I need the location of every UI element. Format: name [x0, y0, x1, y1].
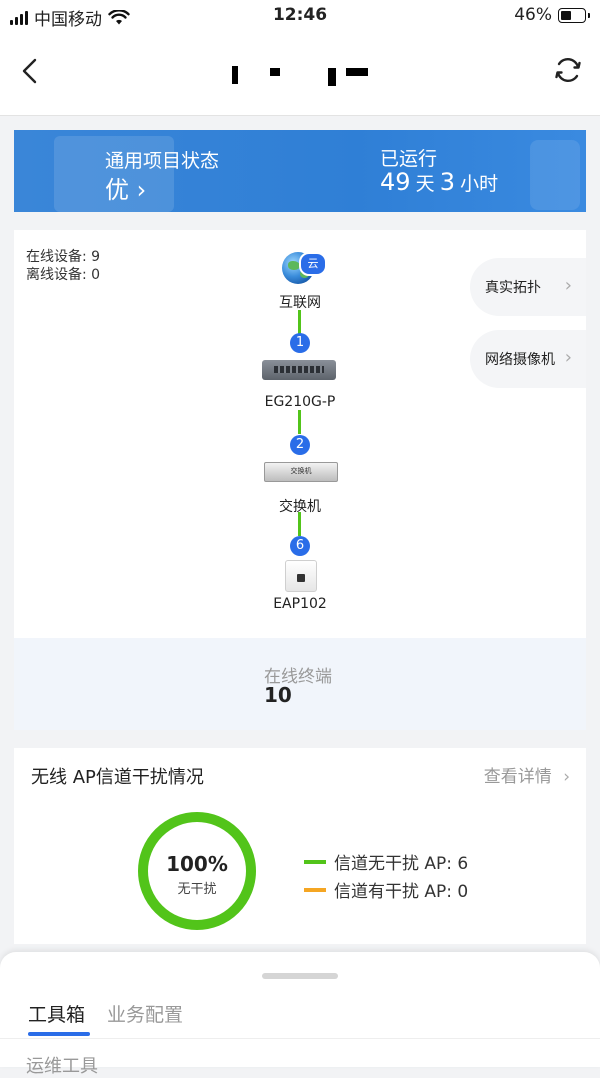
legend-interference: 信道有干扰 AP: 0: [304, 877, 468, 902]
green-legend-swatch: [304, 859, 326, 864]
ap-interference-card: 无线 AP信道干扰情况 查看详情 › 100% 无干扰 信道无干扰 AP: 6 …: [14, 748, 586, 944]
legend-no-interference: 信道无干扰 AP: 6: [304, 849, 468, 874]
chevron-right-icon: ›: [563, 767, 570, 787]
ap-label: EAP102: [273, 596, 327, 612]
view-details-label: 查看详情: [483, 767, 552, 787]
link-line: [298, 512, 301, 536]
tab-business-config[interactable]: 业务配置: [107, 1000, 183, 1027]
switch-face-label: 交换机: [290, 467, 312, 475]
offline-device-count: 离线设备: 0: [26, 267, 101, 283]
internet-node[interactable]: 云: [280, 250, 330, 290]
project-status-banner[interactable]: 通用项目状态 优 › 已运行 49 天 3 小时: [14, 130, 586, 212]
real-topology-label: 真实拓扑: [485, 280, 541, 296]
interference-ring-chart: 100% 无干扰: [138, 812, 256, 930]
ops-tools-section-title: 运维工具: [26, 1056, 98, 1077]
page-title-redacted: [230, 62, 370, 86]
uptime-days-unit: 天: [415, 173, 435, 195]
link-badge-1: 1: [290, 333, 310, 353]
access-point-icon[interactable]: [285, 560, 317, 592]
interference-percent: 100%: [166, 852, 228, 876]
link-line: [298, 310, 301, 334]
nav-bar: [0, 32, 600, 116]
refresh-icon[interactable]: [552, 54, 584, 86]
topology-card: 在线设备: 9 离线设备: 0 云 互联网 1 EG210G-P 2 交换机 交…: [14, 230, 586, 638]
uptime-days: 49: [380, 168, 411, 196]
project-status-value[interactable]: 优 ›: [105, 170, 146, 205]
active-tab-indicator: [28, 1032, 90, 1036]
ap-interference-title: 无线 AP信道干扰情况: [31, 767, 204, 788]
internet-label: 互联网: [279, 295, 321, 311]
link-badge-2: 2: [290, 435, 310, 455]
gateway-device-icon[interactable]: [262, 360, 336, 380]
chevron-right-icon: ›: [564, 275, 572, 296]
view-details-link[interactable]: 查看详情 ›: [484, 762, 570, 787]
tab-toolbox[interactable]: 工具箱: [28, 1000, 85, 1027]
battery-icon: [558, 7, 590, 23]
legend-no-interference-label: 信道无干扰 AP: 6: [334, 854, 469, 874]
online-terminals-card[interactable]: 在线终端 10: [14, 638, 586, 730]
uptime-hours-unit: 小时: [460, 173, 499, 195]
cloud-badge: 云: [299, 252, 327, 276]
clock: 12:46: [272, 5, 328, 25]
status-bar: 中国移动 12:46 46%: [0, 0, 600, 32]
real-topology-button[interactable]: 真实拓扑 ›: [470, 258, 586, 316]
back-arrow-icon[interactable]: [16, 56, 46, 86]
orange-legend-swatch: [304, 887, 326, 892]
network-camera-button[interactable]: 网络摄像机 ›: [470, 330, 586, 388]
divider: [0, 1038, 600, 1039]
project-status-label: 通用项目状态: [105, 150, 220, 172]
online-terminals-value: 10: [264, 683, 292, 707]
network-camera-label: 网络摄像机: [485, 352, 555, 368]
uptime-value: 49 天 3 小时: [380, 168, 498, 196]
status-bar-right: 46%: [514, 5, 590, 25]
uptime-hours: 3: [439, 168, 456, 196]
banner-decoration-right: [530, 140, 580, 210]
link-badge-6: 6: [290, 536, 310, 556]
interference-percent-label: 无干扰: [177, 882, 217, 897]
online-device-count: 在线设备: 9: [26, 249, 101, 265]
legend-interference-label: 信道有干扰 AP: 0: [334, 882, 469, 902]
link-line: [298, 410, 301, 434]
device-counts: 在线设备: 9 离线设备: 0: [26, 248, 100, 284]
bottom-sheet: 工具箱 业务配置 运维工具: [0, 952, 600, 1077]
sheet-drag-handle[interactable]: [262, 973, 338, 979]
uptime-label: 已运行: [380, 148, 438, 170]
chevron-right-icon: ›: [564, 347, 572, 368]
gateway-label: EG210G-P: [264, 394, 336, 410]
battery-percent: 46%: [514, 5, 552, 25]
switch-device-icon[interactable]: 交换机: [264, 462, 338, 482]
